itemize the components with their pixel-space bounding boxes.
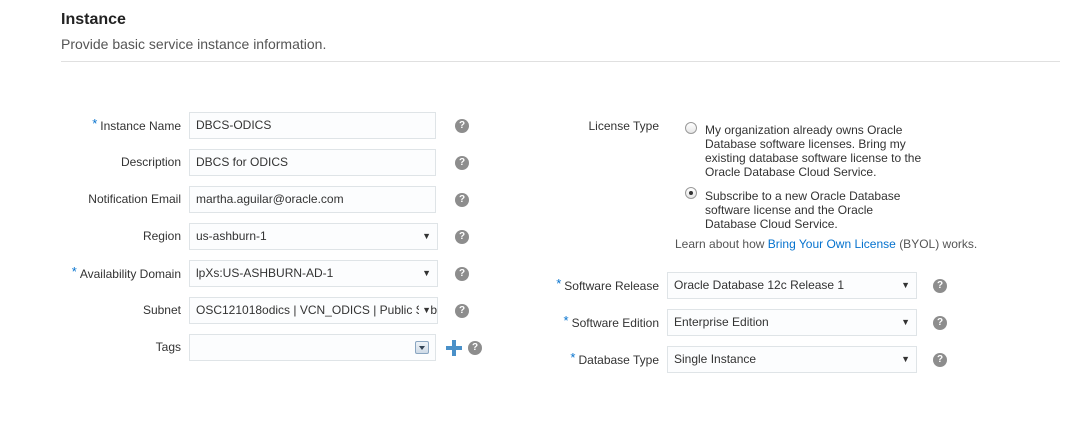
description-label: Description bbox=[120, 155, 181, 169]
section-title: Instance bbox=[61, 11, 126, 28]
help-icon[interactable]: ? bbox=[455, 267, 469, 281]
database-type-label: * Database Type bbox=[570, 350, 659, 367]
required-marker: * bbox=[570, 350, 576, 365]
required-marker: * bbox=[71, 264, 77, 279]
description-input[interactable]: DBCS for ODICS bbox=[189, 149, 436, 176]
help-icon[interactable]: ? bbox=[455, 156, 469, 170]
license-byol-radio[interactable] bbox=[685, 122, 697, 134]
region-select[interactable]: us-ashburn-1 ▼ bbox=[189, 223, 438, 250]
subnet-label: Subnet bbox=[142, 303, 181, 317]
instance-name-label: * Instance Name bbox=[92, 116, 181, 133]
dropdown-arrow-icon: ▼ bbox=[901, 354, 910, 364]
subnet-value: OSC121018odics | VCN_ODICS | Public Subn… bbox=[196, 303, 438, 317]
software-release-label: * Software Release bbox=[556, 276, 659, 293]
add-tag-icon[interactable] bbox=[446, 340, 462, 356]
license-type-label: License Type bbox=[588, 119, 660, 133]
region-value: us-ashburn-1 bbox=[196, 229, 267, 243]
availability-domain-label: * Availability Domain bbox=[71, 264, 181, 281]
chevron-down-icon bbox=[419, 346, 425, 350]
license-subscribe-text: Subscribe to a new Oracle Database softw… bbox=[705, 189, 901, 231]
tags-input[interactable] bbox=[189, 334, 436, 361]
help-icon[interactable]: ? bbox=[933, 316, 947, 330]
section-subtitle: Provide basic service instance informati… bbox=[61, 36, 327, 52]
subnet-select[interactable]: OSC121018odics | VCN_ODICS | Public Subn… bbox=[189, 297, 438, 324]
dropdown-arrow-icon: ▼ bbox=[422, 231, 431, 241]
required-marker: * bbox=[556, 276, 562, 291]
tags-label: Tags bbox=[155, 340, 181, 354]
availability-domain-value: lpXs:US-ASHBURN-AD-1 bbox=[196, 266, 334, 280]
notification-email-label: Notification Email bbox=[88, 192, 181, 206]
help-icon[interactable]: ? bbox=[455, 119, 469, 133]
help-icon[interactable]: ? bbox=[455, 193, 469, 207]
byol-link[interactable]: Bring Your Own License bbox=[768, 237, 896, 251]
help-icon[interactable]: ? bbox=[455, 304, 469, 318]
database-type-value: Single Instance bbox=[674, 352, 757, 366]
software-edition-label: * Software Edition bbox=[563, 313, 659, 330]
instance-name-input[interactable]: DBCS-ODICS bbox=[189, 112, 436, 139]
dropdown-arrow-icon: ▼ bbox=[422, 268, 431, 278]
byol-suffix: (BYOL) works. bbox=[899, 237, 978, 251]
required-marker: * bbox=[92, 116, 98, 131]
byol-prefix: Learn about how bbox=[675, 237, 765, 251]
help-icon[interactable]: ? bbox=[455, 230, 469, 244]
header-divider bbox=[61, 61, 1060, 62]
required-marker: * bbox=[563, 313, 569, 328]
availability-domain-select[interactable]: lpXs:US-ASHBURN-AD-1 ▼ bbox=[189, 260, 438, 287]
dropdown-arrow-icon: ▼ bbox=[419, 298, 431, 323]
database-type-select[interactable]: Single Instance ▼ bbox=[667, 346, 917, 373]
software-edition-value: Enterprise Edition bbox=[674, 315, 769, 329]
dropdown-arrow-icon: ▼ bbox=[901, 317, 910, 327]
license-byol-text: My organization already owns Oracle Data… bbox=[705, 123, 922, 179]
help-icon[interactable]: ? bbox=[468, 341, 482, 355]
software-release-select[interactable]: Oracle Database 12c Release 1 ▼ bbox=[667, 272, 917, 299]
notification-email-input[interactable]: martha.aguilar@oracle.com bbox=[189, 186, 436, 213]
tags-dropdown-button[interactable] bbox=[415, 341, 429, 354]
software-release-value: Oracle Database 12c Release 1 bbox=[674, 278, 845, 292]
help-icon[interactable]: ? bbox=[933, 279, 947, 293]
help-icon[interactable]: ? bbox=[933, 353, 947, 367]
dropdown-arrow-icon: ▼ bbox=[901, 280, 910, 290]
license-subscribe-radio[interactable] bbox=[685, 187, 697, 199]
byol-info: Learn about how Bring Your Own License (… bbox=[675, 237, 977, 251]
region-label: Region bbox=[142, 229, 181, 243]
software-edition-select[interactable]: Enterprise Edition ▼ bbox=[667, 309, 917, 336]
